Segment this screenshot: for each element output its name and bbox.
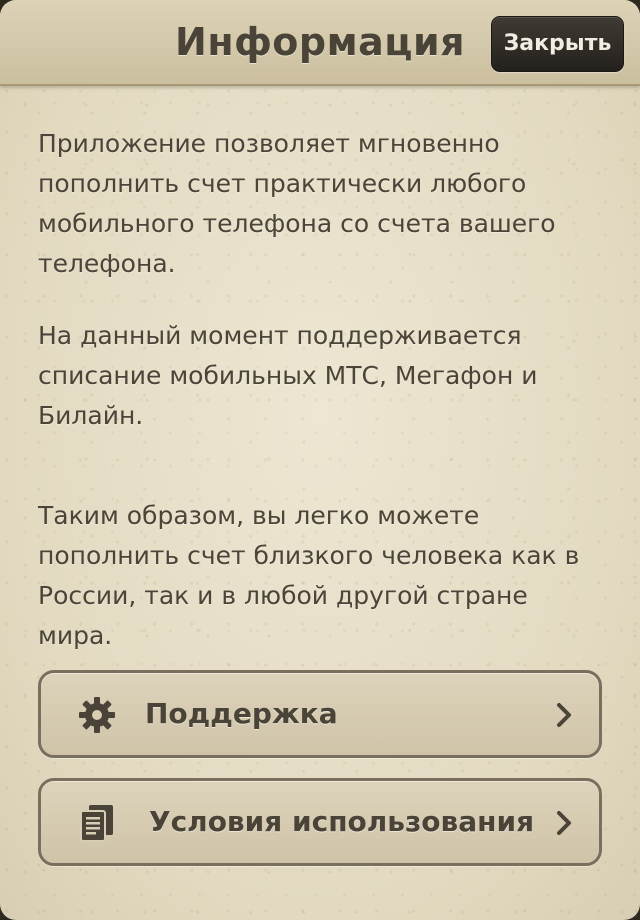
document-icon (80, 805, 113, 842)
info-paragraph-3: Таким образом, вы легко можете пополнить… (38, 501, 580, 650)
support-button[interactable]: Поддержка (38, 670, 602, 758)
close-button[interactable]: Закрыть (491, 16, 624, 72)
chevron-right-icon (557, 811, 571, 835)
terms-button[interactable]: Условия использования (38, 778, 602, 866)
info-paragraph-2: На данный момент поддерживается списание… (38, 321, 538, 430)
gear-icon (79, 697, 115, 733)
support-label: Поддержка (145, 697, 338, 730)
info-paragraph-1: Приложение позволяет мгновенно пополнить… (38, 129, 556, 278)
nav-bar: Информация Закрыть (0, 0, 640, 86)
terms-label: Условия использования (149, 805, 535, 838)
info-screen: Информация Закрыть Приложение позволяет … (0, 0, 640, 920)
info-text: Приложение позволяет мгновенно пополнить… (38, 124, 608, 656)
chevron-right-icon (557, 703, 571, 727)
